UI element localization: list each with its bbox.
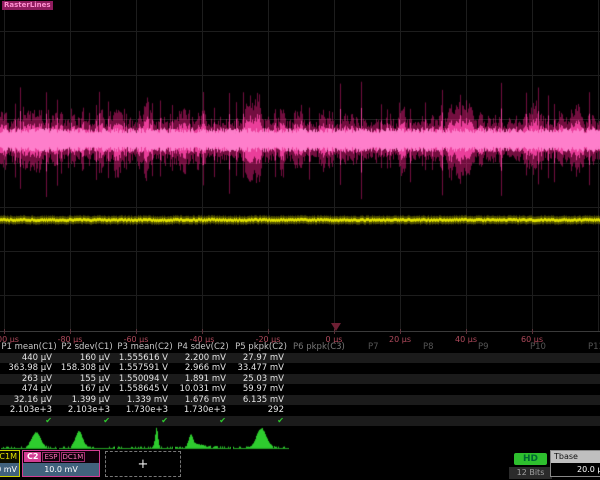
graticule: RasterLines [0, 0, 600, 332]
measurement-value: 10.031 mV [174, 384, 232, 395]
measurement-value: 2.966 mV [174, 363, 232, 374]
status-check-icon: ✔ [219, 416, 226, 425]
c1-label: C1 DC1M [0, 451, 19, 463]
axis-tick [268, 329, 269, 334]
axis-tick [334, 329, 335, 334]
c2-label: C2 [24, 452, 41, 462]
measurement-value: 160 µV [58, 353, 116, 364]
measurement-value: 6.135 mV [232, 395, 290, 406]
measurement-value: 1.676 mV [174, 395, 232, 406]
measurement-value: 2.103e+3 [58, 405, 116, 416]
measurement-value: 1.399 µV [58, 395, 116, 406]
measurement-value: 474 µV [0, 384, 58, 395]
histicon-p5[interactable] [233, 427, 289, 451]
measurement-value: 59.97 mV [232, 384, 290, 395]
status-check-icon: ✔ [277, 416, 284, 425]
measurement-row-sdev: 32.16 µV1.399 µV1.339 mV1.676 mV6.135 mV [0, 395, 600, 406]
measurement-header[interactable]: P5 pkpk(C2) [232, 342, 290, 353]
trace-label: RasterLines [2, 1, 53, 10]
trigger-position-icon[interactable] [331, 323, 341, 331]
measurement-table: P1 mean(C1)P2 sdev(C1)P3 mean(C2)P4 sdev… [0, 342, 600, 426]
measurement-row-mean: 363.98 µV158.308 µV1.557591 V2.966 mV33.… [0, 363, 600, 374]
measurement-header[interactable]: P4 sdev(C2) [174, 342, 232, 353]
measurement-value: 1.339 mV [116, 395, 174, 406]
measurement-header-disabled[interactable]: P7 [368, 342, 379, 353]
measurement-value: 1.557591 V [116, 363, 174, 374]
axis-tick [70, 329, 71, 334]
measurement-row-min: 263 µV155 µV1.550094 V1.891 mV25.03 mV [0, 374, 600, 385]
add-trace-button[interactable]: + [105, 451, 181, 477]
axis-tick [4, 329, 5, 334]
tbase-label: Tbase [551, 451, 600, 463]
channel-c2-descriptor[interactable]: C2 ESP DC1M 10.0 mV [22, 450, 100, 477]
axis-tick [202, 329, 203, 334]
measurement-value: 158.308 µV [58, 363, 116, 374]
histicon-row [0, 427, 600, 451]
measurement-header[interactable]: P3 mean(C2) [116, 342, 174, 353]
measurement-value: 27.97 mV [232, 353, 290, 364]
measurement-header[interactable]: P1 mean(C1) [0, 342, 58, 353]
histicon-p2[interactable] [59, 427, 115, 451]
measurement-value: 1.550094 V [116, 374, 174, 385]
c2-coupling-badge: DC1M [61, 452, 86, 462]
descriptor-bar: C1 DC1M 10.0 mV C2 ESP DC1M 10.0 mV + HD… [0, 449, 600, 480]
measurement-header-row: P1 mean(C1)P2 sdev(C1)P3 mean(C2)P4 sdev… [0, 342, 600, 353]
axis-tick [466, 329, 467, 334]
measurement-row-max: 474 µV167 µV1.558645 V10.031 mV59.97 mV [0, 384, 600, 395]
status-check-icon: ✔ [103, 416, 110, 425]
plus-icon: + [138, 457, 149, 472]
axis-tick [400, 329, 401, 334]
histicon-p3[interactable] [117, 427, 173, 451]
measurement-row-value: 440 µV160 µV1.555616 V2.200 mV27.97 mV [0, 353, 600, 364]
measurement-header-disabled[interactable]: P8 [423, 342, 434, 353]
measurement-header-disabled[interactable]: P9 [478, 342, 489, 353]
c1-scale: 10.0 mV [0, 463, 19, 476]
measurement-header-disabled[interactable]: P6 pkpk(C3) [293, 342, 345, 353]
oscilloscope-screen: { "annotation": {"label": "RasterLines"}… [0, 0, 600, 480]
measurement-header-disabled[interactable]: P11 [588, 342, 600, 353]
measurement-header-disabled[interactable]: P10 [530, 342, 546, 353]
measurement-value: 167 µV [58, 384, 116, 395]
measurement-value: 1.558645 V [116, 384, 174, 395]
measurement-value: 263 µV [0, 374, 58, 385]
histicon-p1[interactable] [1, 427, 57, 451]
axis-tick [136, 329, 137, 334]
measurement-value: 1.555616 V [116, 353, 174, 364]
waveform-display[interactable] [0, 0, 600, 332]
axis-tick [532, 329, 533, 334]
histicon-p4[interactable] [175, 427, 231, 451]
measurement-value: 1.730e+3 [174, 405, 232, 416]
hd-mode-badge[interactable]: HD [514, 453, 547, 465]
measurement-value: 1.730e+3 [116, 405, 174, 416]
timebase-descriptor[interactable]: Tbase 20.0 µs/div [550, 450, 600, 477]
time-axis-line [0, 331, 600, 332]
measurement-value: 33.477 mV [232, 363, 290, 374]
hd-bits-label: 12 Bits [509, 467, 552, 479]
measurement-value: 440 µV [0, 353, 58, 364]
measurement-value: 1.891 mV [174, 374, 232, 385]
status-check-icon: ✔ [45, 416, 52, 425]
measurement-row-status: ✔ ✔ ✔ ✔ ✔ [0, 416, 600, 427]
measurement-value: 363.98 µV [0, 363, 58, 374]
time-axis: -100 µs-80 µs-60 µs-40 µs-20 µs0 µs20 µs… [0, 326, 600, 342]
measurement-value: 2.200 mV [174, 353, 232, 364]
measurement-value: 155 µV [58, 374, 116, 385]
c2-esp-badge: ESP [42, 452, 59, 462]
measurement-row-num: 2.103e+32.103e+31.730e+31.730e+3292 [0, 405, 600, 416]
c2-scale: 10.0 mV [23, 463, 99, 476]
measurement-value: 25.03 mV [232, 374, 290, 385]
status-check-icon: ✔ [161, 416, 168, 425]
measurement-value: 2.103e+3 [0, 405, 58, 416]
channel-c1-descriptor[interactable]: C1 DC1M 10.0 mV [0, 450, 20, 477]
measurement-header[interactable]: P2 sdev(C1) [58, 342, 116, 353]
tbase-scale: 20.0 µs/div [551, 463, 600, 476]
measurement-value: 32.16 µV [0, 395, 58, 406]
measurement-value: 292 [232, 405, 290, 416]
